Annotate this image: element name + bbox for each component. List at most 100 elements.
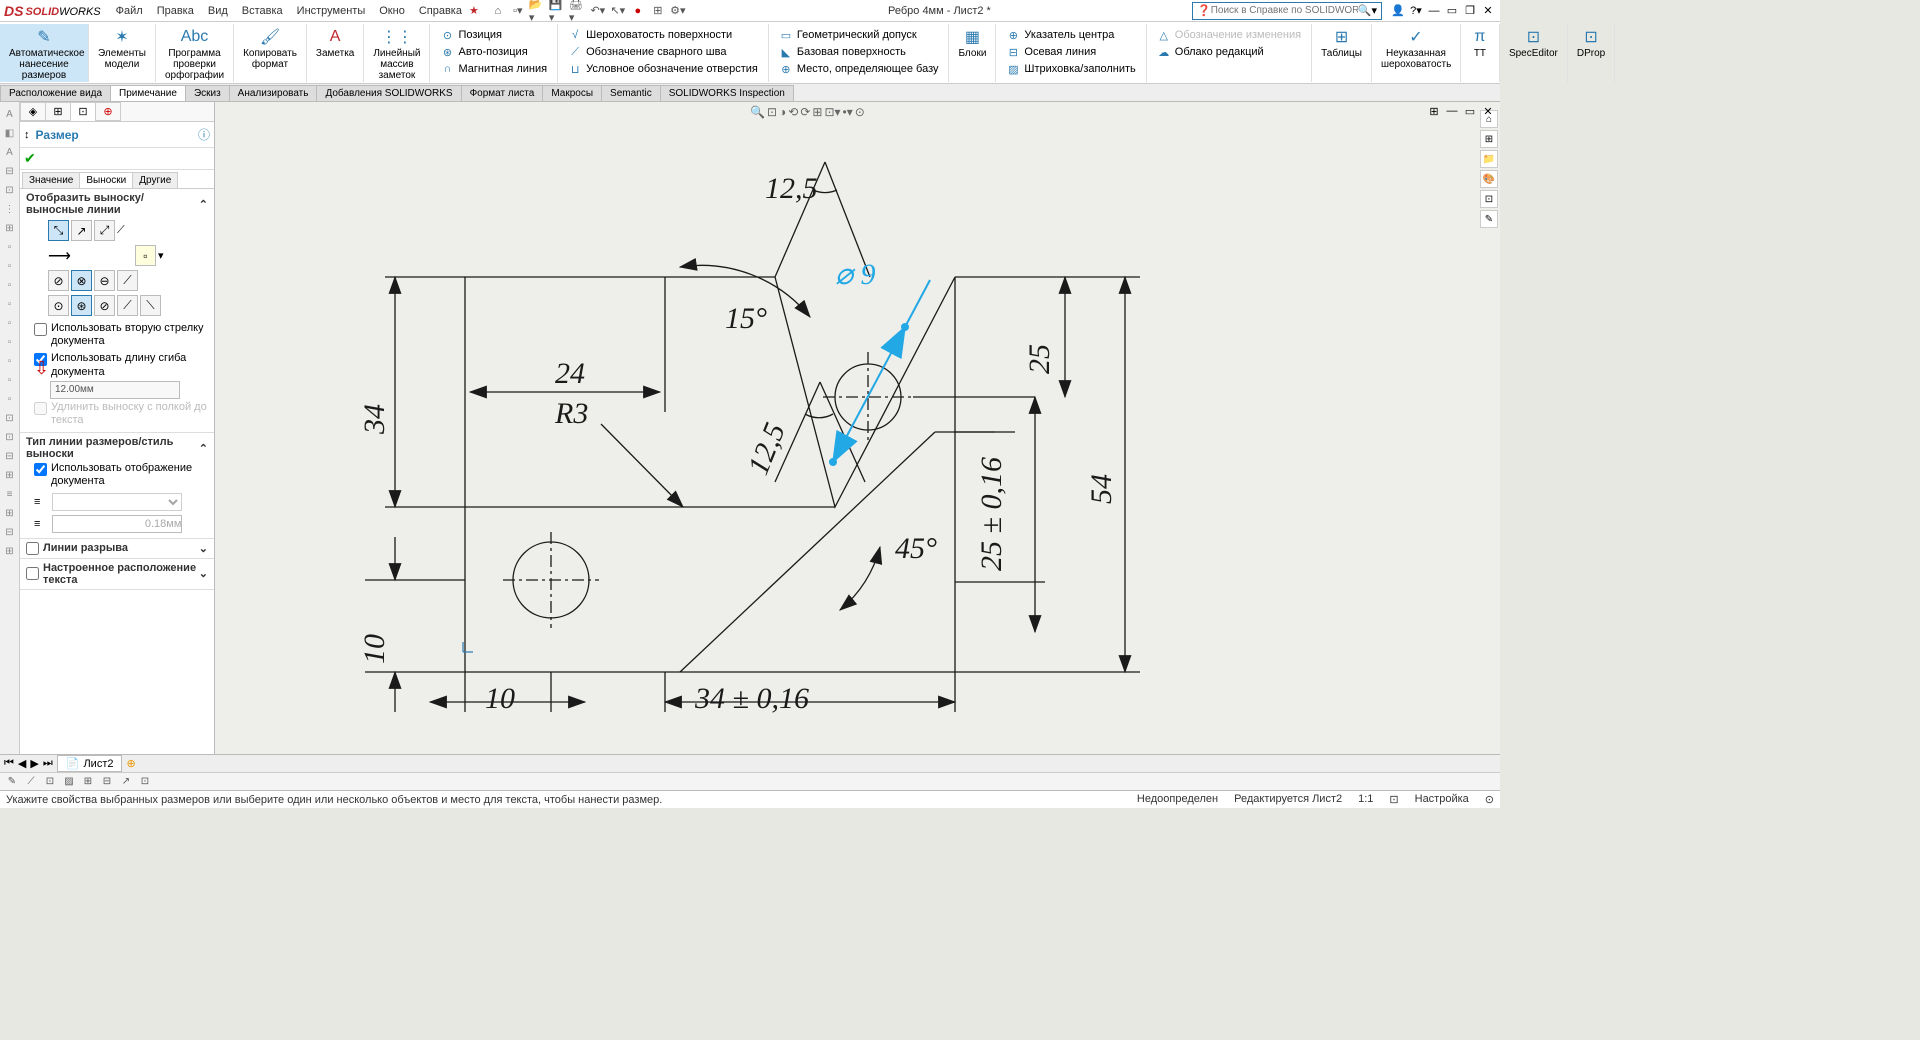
menu-file[interactable]: Файл [109,2,150,20]
dim-45deg[interactable]: 45° [895,532,937,566]
arrowhead-7[interactable]: ⊘ [94,295,115,316]
balloon-btn[interactable]: ⊙Позиция [437,27,550,43]
home-icon[interactable]: ⌂ [489,2,507,20]
arrowhead-2[interactable]: ⊗ [71,270,92,291]
mini-icon[interactable]: ↗ [118,775,134,789]
centermark-btn[interactable]: ⊕Указатель центра [1003,27,1138,43]
rail-icon[interactable]: ▫ [2,391,18,407]
mini-icon[interactable]: ▨ [61,775,77,789]
ribbon-note[interactable]: AЗаметка [307,24,364,82]
rail-icon[interactable]: ⊡ [2,410,18,426]
rail-icon[interactable]: ▫ [2,315,18,331]
tab-viewlayout[interactable]: Расположение вида [0,85,111,101]
leader-style-1[interactable]: ⤡ [48,220,69,241]
status-custom[interactable]: Настройка [1415,793,1469,806]
ribbon-smartdim[interactable]: ✎ Автоматическое нанесение размеров [0,24,89,82]
datum-btn[interactable]: ◣Базовая поверхность [776,44,942,60]
rail-icon[interactable]: ▫ [2,296,18,312]
checkbox-doc-display[interactable]: Использовать отображение документа [26,460,208,490]
checkbox-input[interactable] [34,353,47,366]
revcloud-btn[interactable]: ☁Облако редакций [1154,44,1304,60]
dim-r3[interactable]: R3 [555,397,588,431]
save-icon[interactable]: 💾▾ [549,2,567,20]
arrow-dropdown[interactable]: ▫ [135,245,156,266]
undo-icon[interactable]: ↶▾ [589,2,607,20]
menu-tools[interactable]: Инструменты [290,2,373,20]
hole-btn[interactable]: ⊔Условное обозначение отверстия [565,61,761,77]
drawing-view[interactable]: 12,5 15° ⌀ 9 24 R3 34 12,5 25 25 ± 0,16 … [265,102,1265,742]
rail-icon[interactable]: ▫ [2,353,18,369]
arrowhead-3[interactable]: ⊖ [94,270,115,291]
search-input[interactable] [1211,5,1358,16]
checkbox-second-arrow[interactable]: Использовать вторую стрелку документа [26,320,208,350]
arrowhead-9[interactable]: ⟍ [140,295,161,316]
subtab-other[interactable]: Другие [132,172,178,188]
menu-help[interactable]: Справка [412,2,469,20]
rail-icon[interactable]: ▫ [2,239,18,255]
checkbox-input[interactable] [34,323,47,336]
magline-btn[interactable]: ∩Магнитная линия [437,61,550,77]
rail-icon[interactable]: ⊞ [2,505,18,521]
weld-btn[interactable]: ⟋Обозначение сварного шва [565,44,761,60]
open-icon[interactable]: 📂▾ [529,2,547,20]
dim-10-left[interactable]: 10 [358,634,392,664]
sheet-tab-active[interactable]: 📄 Лист2 [57,755,123,772]
rail-icon[interactable]: A [2,106,18,122]
options-icon[interactable]: ⊞ [649,2,667,20]
rail-icon[interactable]: A [2,144,18,160]
sheet-nav-first-icon[interactable]: ⏮ [4,757,14,770]
pin-icon[interactable]: ★ [469,4,479,17]
section-breaklines[interactable]: Линии разрыва⌄ [20,539,214,559]
rail-icon[interactable]: ⊞ [2,543,18,559]
dropdown-chevron-icon[interactable]: ▾ [158,249,164,262]
arrowhead-5[interactable]: ⊙ [48,295,69,316]
view-icon[interactable]: ◑ [779,105,786,119]
panel-tab-display[interactable]: ⊕ [95,102,121,121]
child-min-icon[interactable]: — [1444,103,1460,119]
leader-style-3[interactable]: ⤢ [94,220,115,241]
ribbon-roughness[interactable]: ✓Неуказанная шероховатость [1372,24,1461,82]
tab-sheetformat[interactable]: Формат листа [461,85,544,101]
ribbon-tables[interactable]: ⊞Таблицы [1312,24,1372,82]
dim-10-bottom[interactable]: 10 [485,682,515,716]
ribbon-model-items[interactable]: ✶Элементы модели [89,24,156,82]
checkbox-bend-length[interactable]: Использовать длину сгиба документа [26,350,208,380]
rail-icon[interactable]: ⊡ [2,182,18,198]
dim-15deg[interactable]: 15° [725,302,767,336]
ribbon-notearray[interactable]: ⋮⋮Линейный массив заметок [364,24,430,82]
section-head[interactable]: Отобразить выноску/выносные линии⌃ [26,192,208,216]
ribbon-dprop[interactable]: ⊡DProp [1568,24,1615,82]
minimize-icon[interactable]: — [1426,3,1442,19]
surface-btn[interactable]: √Шероховатость поверхности [565,27,761,43]
section-head[interactable]: Тип линии размеров/стиль выноски⌃ [26,436,208,460]
dim-dia9-selected[interactable]: ⌀ 9 [835,257,876,292]
mini-icon[interactable]: ⟋ [23,775,39,789]
mini-icon[interactable]: ⊞ [80,775,96,789]
leader-style-2[interactable]: ↗ [71,220,92,241]
rail-icon[interactable]: ⊟ [2,448,18,464]
child-tile-icon[interactable]: ⊞ [1426,103,1442,119]
rail-icon[interactable]: ⊞ [2,467,18,483]
leader-style-4[interactable]: ⟋ [117,224,125,237]
lineweight-input[interactable] [52,515,182,533]
ribbon-blocks[interactable]: ▦Блоки [949,24,996,82]
rail-icon[interactable]: ≡ [2,486,18,502]
zoom-icon[interactable]: 🔍 [750,105,765,119]
mini-icon[interactable]: ⊡ [42,775,58,789]
rail-icon[interactable]: ⊡ [2,429,18,445]
sheet-nav-last-icon[interactable]: ⏭ [43,757,53,770]
rail-icon[interactable]: ▫ [2,334,18,350]
rail-icon[interactable]: ◧ [2,125,18,141]
ok-button[interactable]: ✔ [20,148,214,170]
new-icon[interactable]: ▫▾ [509,2,527,20]
ribbon-speceditor[interactable]: ⊡SpecEditor [1500,24,1568,82]
checkbox-input[interactable] [26,567,39,580]
sheet-nav-prev-icon[interactable]: ◀ [18,757,26,770]
tab-inspection[interactable]: SOLIDWORKS Inspection [660,85,794,101]
rail-icon[interactable]: ⊟ [2,163,18,179]
view-icon[interactable]: ⟳ [800,105,810,119]
rail-icon[interactable]: ▫ [2,277,18,293]
status-lock-icon[interactable]: ⊙ [1485,793,1494,806]
gtol-btn[interactable]: ▭Геометрический допуск [776,27,942,43]
sheet-nav-next-icon[interactable]: ▶ [30,757,38,770]
